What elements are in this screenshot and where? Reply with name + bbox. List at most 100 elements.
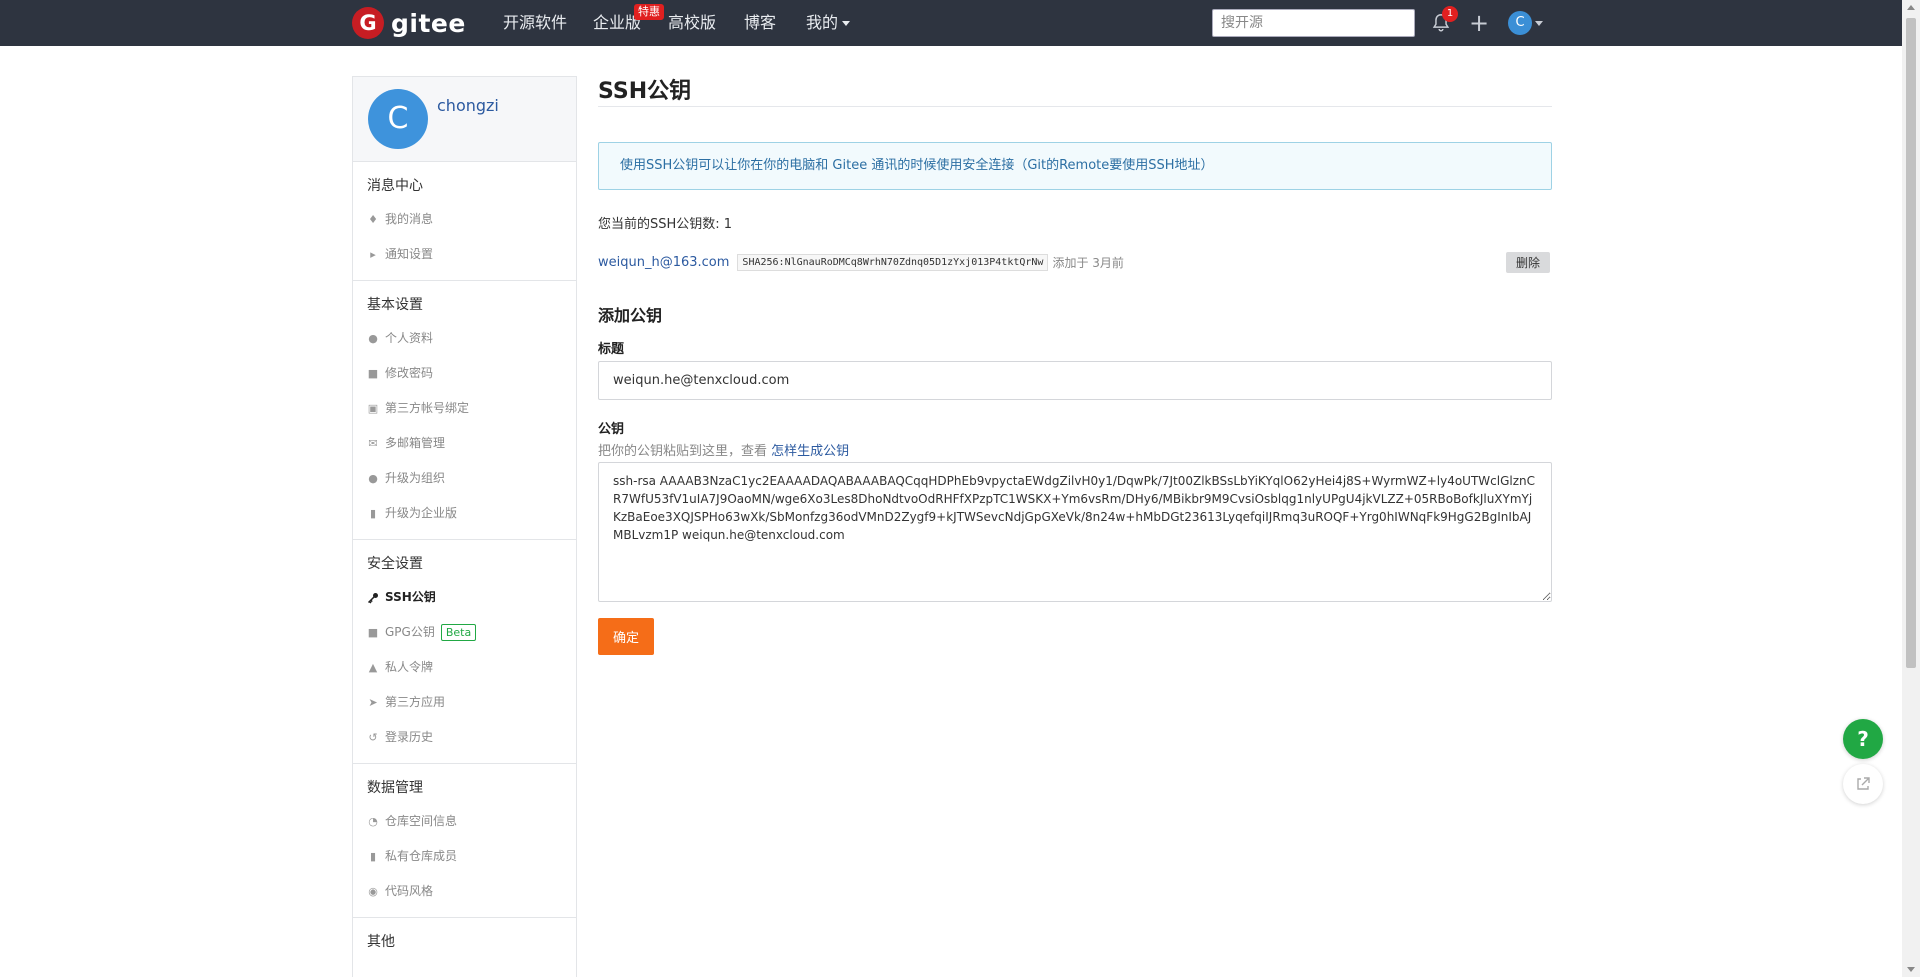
sidebar-section-other: 其他 xyxy=(353,918,576,966)
scroll-up-icon[interactable] xyxy=(1907,5,1915,10)
pubkey-hint-text: 把你的公钥粘贴到这里，查看 xyxy=(598,444,772,459)
how-to-generate-key-link[interactable]: 怎样生成公钥 xyxy=(771,444,849,459)
sidebar-item-ssh-keys[interactable]: SSH公钥 xyxy=(353,580,576,615)
title-field-label: 标题 xyxy=(598,342,625,357)
sidebar-item-label: 升级为企业版 xyxy=(385,506,458,520)
chevron-down-icon xyxy=(1535,21,1543,26)
beta-badge: Beta xyxy=(440,624,477,641)
main-content: SSH公钥 使用SSH公钥可以让你在你的电脑和 Gitee 通讯的时候使用安全连… xyxy=(598,76,1552,655)
sidebar-item-label: 私人令牌 xyxy=(385,660,434,674)
scrollbar-thumb[interactable] xyxy=(1906,18,1916,668)
nav-mine-dropdown[interactable]: 我的 xyxy=(806,12,851,34)
id-card-icon: ▣ xyxy=(367,401,379,415)
sidebar-item-my-messages[interactable]: ♦ 我的消息 xyxy=(353,202,576,237)
sidebar-item-label: 登录历史 xyxy=(385,730,434,744)
sidebar-section-security: 安全设置 SSH公钥 ■ GPG公钥 Beta ▲ 私人令牌 ➤ 第三方应用 ↺… xyxy=(353,540,576,764)
sidebar-item-code-style[interactable]: ◉ 代码风格 xyxy=(353,874,576,909)
sidebar-section-basic: 基本设置 ● 个人资料 ■ 修改密码 ▣ 第三方帐号绑定 ✉ 多邮箱管理 ● 升… xyxy=(353,281,576,540)
sidebar-section-title: 其他 xyxy=(367,934,395,950)
sidebar-item-label: 升级为组织 xyxy=(385,471,446,485)
search-input[interactable] xyxy=(1212,9,1415,37)
page-title: SSH公钥 xyxy=(598,79,692,104)
sidebar-item-label: 仓库空间信息 xyxy=(385,814,458,828)
sidebar-section-title: 消息中心 xyxy=(367,178,423,194)
plus-icon[interactable]: + xyxy=(1469,11,1489,35)
notification-count-badge: 1 xyxy=(1442,6,1458,22)
sidebar-item-emails[interactable]: ✉ 多邮箱管理 xyxy=(353,426,576,461)
profile-username[interactable]: chongzi xyxy=(437,96,499,115)
key-title-input[interactable] xyxy=(598,361,1552,400)
sidebar-item-notification-settings[interactable]: ▸ 通知设置 xyxy=(353,237,576,272)
nav-blog[interactable]: 博客 xyxy=(744,12,776,34)
history-icon: ↺ xyxy=(368,730,378,744)
add-key-heading: 添加公钥 xyxy=(598,306,663,325)
sidebar-item-access-tokens[interactable]: ▲ 私人令牌 xyxy=(353,650,576,685)
share-button[interactable] xyxy=(1843,764,1883,804)
palette-icon: ◉ xyxy=(368,884,378,898)
sidebar-item-label: 我的消息 xyxy=(385,212,434,226)
avatar[interactable]: C xyxy=(368,89,428,149)
sidebar-item-label: 私有仓库成员 xyxy=(385,849,458,863)
scroll-down-icon[interactable] xyxy=(1907,967,1915,972)
book-icon: ▮ xyxy=(369,849,377,863)
sidebar-section-title: 安全设置 xyxy=(367,556,423,572)
ssh-key-added-time: 添加于 3月前 xyxy=(1052,255,1124,270)
confirm-button[interactable]: 确定 xyxy=(598,618,654,655)
sidebar-item-label: 第三方应用 xyxy=(385,695,446,709)
sidebar-item-label: GPG公钥 xyxy=(385,625,435,639)
pubkey-field-label: 公钥 xyxy=(598,422,625,437)
mail-icon: ✉ xyxy=(368,436,378,450)
pubkey-hint: 把你的公钥粘贴到这里，查看 怎样生成公钥 xyxy=(598,440,849,459)
sidebar-item-upgrade-org[interactable]: ● 升级为组织 xyxy=(353,461,576,496)
sidebar-item-change-password[interactable]: ■ 修改密码 xyxy=(353,356,576,391)
info-message: 使用SSH公钥可以让你在你的电脑和 Gitee 通讯的时候使用安全连接（Git的… xyxy=(598,142,1552,190)
sidebar-item-repo-storage[interactable]: ◔ 仓库空间信息 xyxy=(353,804,576,839)
nav-open-source[interactable]: 开源软件 xyxy=(503,12,567,34)
sidebar-item-label: 修改密码 xyxy=(385,366,434,380)
sidebar-item-private-repo-members[interactable]: ▮ 私有仓库成员 xyxy=(353,839,576,874)
lock-icon: ■ xyxy=(367,625,379,639)
ssh-key-count: 您当前的SSH公钥数: 1 xyxy=(598,217,733,232)
chevron-down-icon xyxy=(842,21,851,26)
ssh-key-fingerprint: SHA256:NlGnauRoDMCq8WrhN70Zdnq05D1zYxj01… xyxy=(737,253,1049,271)
users-icon: ● xyxy=(368,471,378,485)
sidebar-item-label: 代码风格 xyxy=(385,884,434,898)
settings-sidebar: C chongzi 消息中心 ♦ 我的消息 ▸ 通知设置 基本设置 ● 个人资料… xyxy=(352,76,577,977)
ssh-key-row: weiqun_h@163.com SHA256:NlGnauRoDMCq8Wrh… xyxy=(598,251,1552,273)
rocket-icon: ➤ xyxy=(368,695,378,709)
gitee-logo[interactable]: G gitee xyxy=(352,7,466,39)
user-icon: ● xyxy=(368,331,378,345)
bell-icon: ♦ xyxy=(368,212,378,226)
sidebar-item-label: 第三方帐号绑定 xyxy=(385,401,470,415)
help-button[interactable]: ? xyxy=(1843,719,1883,759)
sidebar-item-label: 个人资料 xyxy=(385,331,434,345)
gitee-logo-text: gitee xyxy=(391,8,466,38)
delete-key-button[interactable]: 删除 xyxy=(1505,252,1550,273)
building-icon: ▮ xyxy=(369,506,377,520)
sidebar-item-upgrade-enterprise[interactable]: ▮ 升级为企业版 xyxy=(353,496,576,531)
megaphone-icon: ▸ xyxy=(370,247,376,261)
sidebar-section-title: 基本设置 xyxy=(367,297,423,313)
sidebar-section-title: 数据管理 xyxy=(367,780,423,796)
nav-education[interactable]: 高校版 xyxy=(668,12,716,34)
sidebar-item-third-party-apps[interactable]: ➤ 第三方应用 xyxy=(353,685,576,720)
sidebar-item-label: SSH公钥 xyxy=(385,590,436,604)
external-link-icon xyxy=(1857,777,1870,790)
user-avatar-menu[interactable]: C xyxy=(1508,11,1532,35)
sidebar-section-messages: 消息中心 ♦ 我的消息 ▸ 通知设置 xyxy=(353,162,576,281)
sidebar-item-label: 多邮箱管理 xyxy=(385,436,446,450)
profile-card: C chongzi xyxy=(353,77,576,162)
sidebar-item-third-party-binding[interactable]: ▣ 第三方帐号绑定 xyxy=(353,391,576,426)
sidebar-item-profile[interactable]: ● 个人资料 xyxy=(353,321,576,356)
sidebar-item-login-history[interactable]: ↺ 登录历史 xyxy=(353,720,576,755)
page-scrollbar[interactable] xyxy=(1902,0,1920,977)
sidebar-item-gpg-keys[interactable]: ■ GPG公钥 Beta xyxy=(353,615,576,650)
ssh-key-title-link[interactable]: weiqun_h@163.com xyxy=(598,255,729,270)
lock-open-icon: ■ xyxy=(367,366,379,380)
top-navbar: G gitee 开源软件 企业版 特惠 高校版 博客 我的 1 + C xyxy=(0,0,1902,46)
pubkey-textarea[interactable]: ssh-rsa AAAAB3NzaC1yc2EAAAADAQABAAABAQCq… xyxy=(598,462,1552,602)
token-icon: ▲ xyxy=(368,660,378,674)
sidebar-section-data: 数据管理 ◔ 仓库空间信息 ▮ 私有仓库成员 ◉ 代码风格 xyxy=(353,764,576,918)
gitee-logo-icon: G xyxy=(352,7,384,39)
nav-mine-label: 我的 xyxy=(806,13,839,32)
